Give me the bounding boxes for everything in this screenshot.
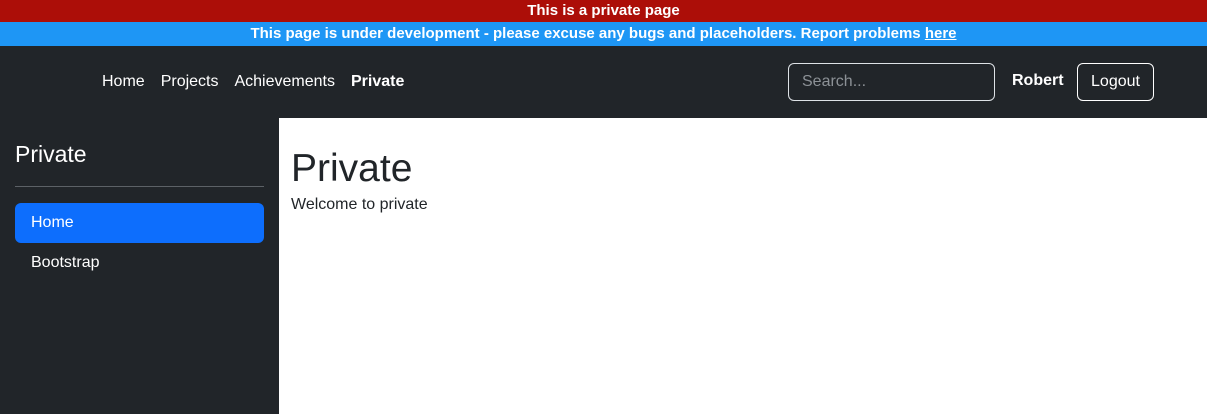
sidebar-title: Private <box>15 141 87 167</box>
nav-link-private[interactable]: Private <box>351 73 404 91</box>
welcome-text: Welcome to private <box>291 196 428 213</box>
top-navbar: Home Projects Achievements Private Rober… <box>0 46 1207 118</box>
development-banner: This page is under development - please … <box>0 22 1207 46</box>
page-layout: Private Home Bootstrap Private Welcome t… <box>0 118 1207 414</box>
nav-links: Home Projects Achievements Private <box>102 46 404 118</box>
nav-link-home[interactable]: Home <box>102 73 145 91</box>
sidebar-item-bootstrap[interactable]: Bootstrap <box>15 243 264 283</box>
main-content: Private Welcome to private <box>279 118 1207 414</box>
development-banner-text: This page is under development - please … <box>250 25 925 42</box>
report-problems-link[interactable]: here <box>925 25 957 42</box>
nav-link-projects[interactable]: Projects <box>161 73 219 91</box>
page-title: Private <box>291 147 413 190</box>
sidebar: Private Home Bootstrap <box>0 118 279 414</box>
search-input[interactable] <box>788 63 995 101</box>
private-banner-text: This is a private page <box>527 2 680 19</box>
private-page-banner: This is a private page <box>0 0 1207 22</box>
sidebar-item-home[interactable]: Home <box>15 203 264 243</box>
sidebar-divider <box>15 186 264 187</box>
logout-button[interactable]: Logout <box>1077 63 1154 101</box>
username-label: Robert <box>1012 72 1064 89</box>
nav-link-achievements[interactable]: Achievements <box>234 73 335 91</box>
